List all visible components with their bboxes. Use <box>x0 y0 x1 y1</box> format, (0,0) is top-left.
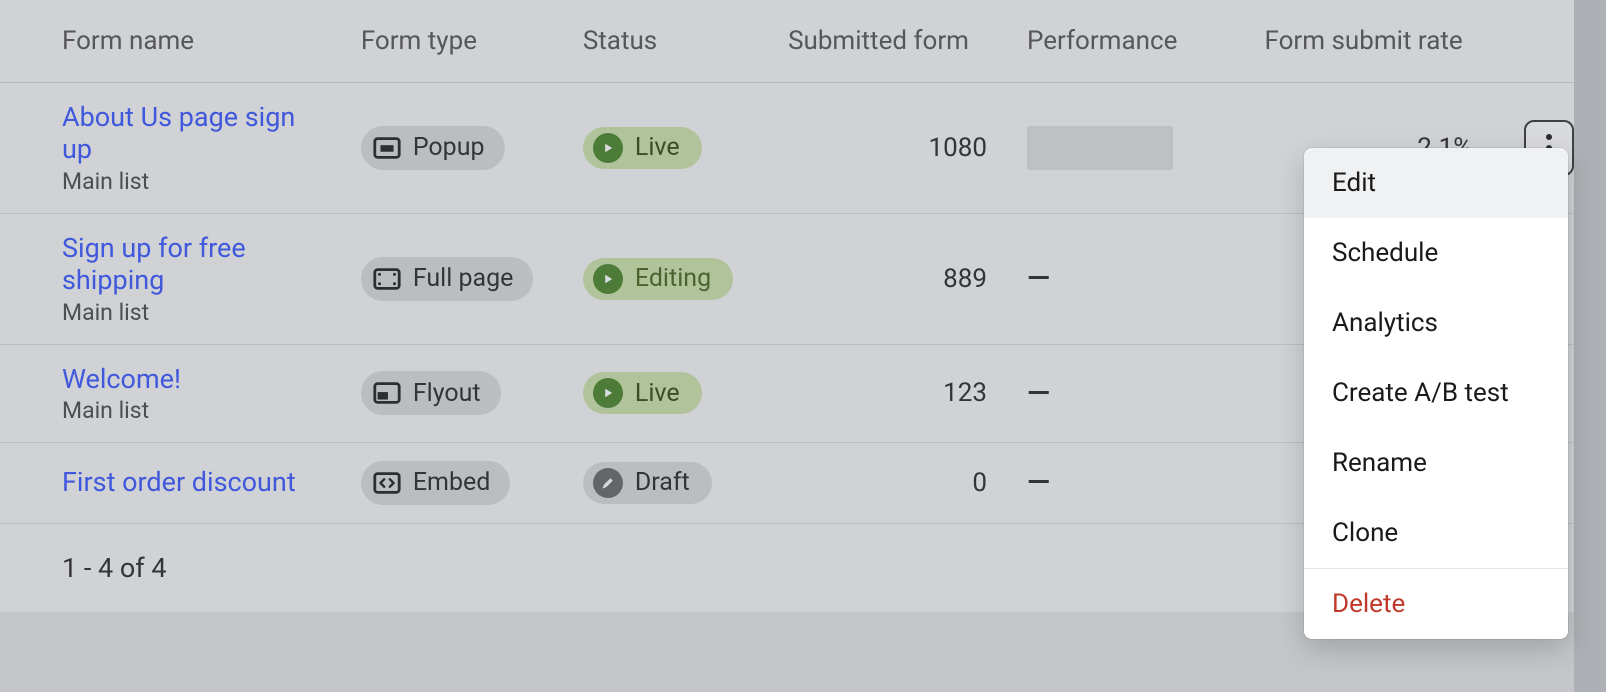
form-type-label: Popup <box>413 133 485 162</box>
pencil-icon <box>593 468 623 498</box>
performance-cell <box>1007 83 1245 214</box>
status-label: Draft <box>635 468 690 497</box>
form-list-label: Main list <box>62 397 321 424</box>
form-type-label: Embed <box>413 468 491 497</box>
menu-schedule[interactable]: Schedule <box>1304 218 1568 288</box>
form-type-label: Full page <box>413 264 514 293</box>
form-name-link[interactable]: Sign up for free shipping <box>62 232 321 299</box>
submitted-count: 123 <box>764 344 1007 442</box>
fullpage-icon <box>371 263 403 295</box>
menu-analytics[interactable]: Analytics <box>1304 288 1568 358</box>
menu-clone[interactable]: Clone <box>1304 498 1568 568</box>
scrollbar[interactable] <box>1574 0 1606 692</box>
form-type-pill: Full page <box>361 257 534 301</box>
performance-cell: — <box>1007 442 1245 523</box>
submitted-count: 889 <box>764 213 1007 344</box>
menu-abtest[interactable]: Create A/B test <box>1304 358 1568 428</box>
col-submit-rate[interactable]: Form submit rate <box>1244 0 1492 83</box>
form-name-link[interactable]: First order discount <box>62 466 321 500</box>
performance-cell: — <box>1007 213 1245 344</box>
empty-indicator: — <box>1027 465 1050 500</box>
empty-indicator: — <box>1027 376 1050 411</box>
embed-icon <box>371 467 403 499</box>
play-icon <box>593 133 623 163</box>
row-actions-menu: Edit Schedule Analytics Create A/B test … <box>1304 148 1568 639</box>
form-type-pill: Popup <box>361 126 505 170</box>
col-status[interactable]: Status <box>563 0 764 83</box>
form-list-label: Main list <box>62 299 321 326</box>
status-badge: Editing <box>583 258 733 300</box>
menu-delete[interactable]: Delete <box>1304 569 1568 639</box>
form-list-label: Main list <box>62 168 321 195</box>
form-type-pill: Embed <box>361 461 511 505</box>
col-submitted[interactable]: Submitted form <box>764 0 1007 83</box>
status-label: Live <box>635 133 680 162</box>
submitted-count: 1080 <box>764 83 1007 214</box>
col-form-type[interactable]: Form type <box>341 0 563 83</box>
form-name-link[interactable]: Welcome! <box>62 363 321 397</box>
play-icon <box>593 264 623 294</box>
form-type-pill: Flyout <box>361 371 501 415</box>
menu-edit[interactable]: Edit <box>1304 148 1568 218</box>
submitted-count: 0 <box>764 442 1007 523</box>
status-badge: Live <box>583 372 702 414</box>
flyout-icon <box>371 377 403 409</box>
performance-sparkline <box>1027 126 1173 170</box>
form-name-link[interactable]: About Us page sign up <box>62 101 321 168</box>
menu-rename[interactable]: Rename <box>1304 428 1568 498</box>
empty-indicator: — <box>1027 261 1050 296</box>
performance-cell: — <box>1007 344 1245 442</box>
popup-icon <box>371 132 403 164</box>
status-badge: Draft <box>583 462 712 504</box>
status-badge: Live <box>583 127 702 169</box>
status-label: Live <box>635 379 680 408</box>
play-icon <box>593 378 623 408</box>
col-form-name[interactable]: Form name <box>0 0 341 83</box>
status-label: Editing <box>635 264 711 293</box>
col-performance[interactable]: Performance <box>1007 0 1245 83</box>
form-type-label: Flyout <box>413 379 481 408</box>
